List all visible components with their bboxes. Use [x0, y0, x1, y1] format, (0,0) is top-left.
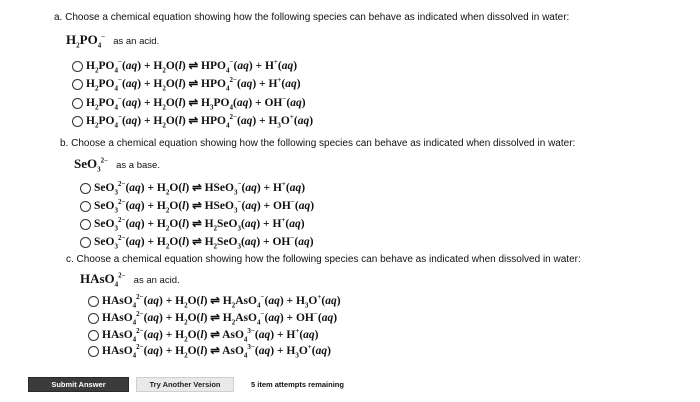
part-b-note: as a base.	[116, 160, 160, 171]
part-a-option-3-equation: H2PO4−(aq) + H2O(l) ⇌ H3PO4(aq) + OH−(aq…	[86, 95, 306, 112]
radio-button[interactable]	[72, 115, 83, 127]
part-b-option-4[interactable]: SeO32−(aq) + H2O(l) ⇌ H2SeO3(aq) + OH−(a…	[80, 234, 314, 250]
radio-button[interactable]	[88, 295, 99, 307]
part-c-option-3[interactable]: HAsO42−(aq) + H2O(l) ⇌ AsO43−(aq) + H+(a…	[88, 327, 319, 343]
radio-button[interactable]	[72, 97, 83, 109]
try-another-version-button[interactable]: Try Another Version	[136, 377, 234, 392]
submit-answer-button[interactable]: Submit Answer	[28, 377, 129, 392]
part-b-option-2[interactable]: SeO32−(aq) + H2O(l) ⇌ HSeO3−(aq) + OH−(a…	[80, 198, 314, 214]
part-a-species: H2PO4− as an acid.	[66, 32, 159, 50]
radio-button[interactable]	[80, 218, 91, 230]
part-b-option-4-equation: SeO32−(aq) + H2O(l) ⇌ H2SeO3(aq) + OH−(a…	[94, 234, 314, 251]
part-c-species-formula: HAsO42−	[80, 271, 126, 289]
part-c-option-2[interactable]: HAsO42−(aq) + H2O(l) ⇌ H2AsO4−(aq) + OH−…	[88, 310, 337, 326]
part-c-title: c. Choose a chemical equation showing ho…	[66, 254, 581, 265]
part-a-species-formula: H2PO4−	[66, 32, 106, 50]
radio-button[interactable]	[72, 78, 83, 90]
part-a-option-2-equation: H2PO4−(aq) + H2O(l) ⇌ HPO42−(aq) + H+(aq…	[86, 76, 301, 93]
radio-button[interactable]	[72, 60, 83, 72]
radio-button[interactable]	[80, 236, 91, 248]
part-c-option-3-equation: HAsO42−(aq) + H2O(l) ⇌ AsO43−(aq) + H+(a…	[102, 327, 319, 344]
part-a-option-4[interactable]: H2PO4−(aq) + H2O(l) ⇌ HPO42−(aq) + H3O+(…	[72, 113, 313, 129]
part-c-option-4[interactable]: HAsO42−(aq) + H2O(l) ⇌ AsO43−(aq) + H3O+…	[88, 343, 331, 359]
part-b-option-2-equation: SeO32−(aq) + H2O(l) ⇌ HSeO3−(aq) + OH−(a…	[94, 198, 315, 215]
radio-button[interactable]	[88, 329, 99, 341]
part-b-option-1-equation: SeO32−(aq) + H2O(l) ⇌ HSeO3−(aq) + H+(aq…	[94, 180, 306, 197]
part-a-note: as an acid.	[113, 36, 160, 47]
radio-button[interactable]	[80, 182, 91, 194]
part-a-option-1-equation: H2PO4−(aq) + H2O(l) ⇌ HPO4−(aq) + H+(aq)	[86, 58, 298, 75]
part-a-title: a. Choose a chemical equation showing ho…	[54, 12, 570, 23]
part-c-option-1[interactable]: HAsO42−(aq) + H2O(l) ⇌ H2AsO4−(aq) + H3O…	[88, 293, 341, 309]
part-a-option-1[interactable]: H2PO4−(aq) + H2O(l) ⇌ HPO4−(aq) + H+(aq)	[72, 58, 297, 74]
part-c-option-4-equation: HAsO42−(aq) + H2O(l) ⇌ AsO43−(aq) + H3O+…	[102, 343, 331, 360]
part-a-option-3[interactable]: H2PO4−(aq) + H2O(l) ⇌ H3PO4(aq) + OH−(aq…	[72, 95, 306, 111]
radio-button[interactable]	[88, 312, 99, 324]
radio-button[interactable]	[80, 200, 91, 212]
part-b-option-3-equation: SeO32−(aq) + H2O(l) ⇌ H2SeO3(aq) + H+(aq…	[94, 216, 305, 233]
part-c-option-2-equation: HAsO42−(aq) + H2O(l) ⇌ H2AsO4−(aq) + OH−…	[102, 310, 338, 327]
part-b-species: SeO32− as a base.	[74, 156, 160, 174]
part-b-option-3[interactable]: SeO32−(aq) + H2O(l) ⇌ H2SeO3(aq) + H+(aq…	[80, 216, 305, 232]
attempts-remaining-text: 5 item attempts remaining	[251, 380, 344, 389]
part-b-species-formula: SeO32−	[74, 156, 109, 174]
part-b-option-1[interactable]: SeO32−(aq) + H2O(l) ⇌ HSeO3−(aq) + H+(aq…	[80, 180, 305, 196]
part-c-option-1-equation: HAsO42−(aq) + H2O(l) ⇌ H2AsO4−(aq) + H3O…	[102, 293, 341, 310]
radio-button[interactable]	[88, 345, 99, 357]
part-c-note: as an acid.	[133, 275, 180, 286]
part-c-species: HAsO42− as an acid.	[80, 271, 180, 289]
part-a-option-2[interactable]: H2PO4−(aq) + H2O(l) ⇌ HPO42−(aq) + H+(aq…	[72, 76, 301, 92]
part-b-title: b. Choose a chemical equation showing ho…	[60, 138, 576, 149]
part-a-option-4-equation: H2PO4−(aq) + H2O(l) ⇌ HPO42−(aq) + H3O+(…	[86, 113, 314, 130]
